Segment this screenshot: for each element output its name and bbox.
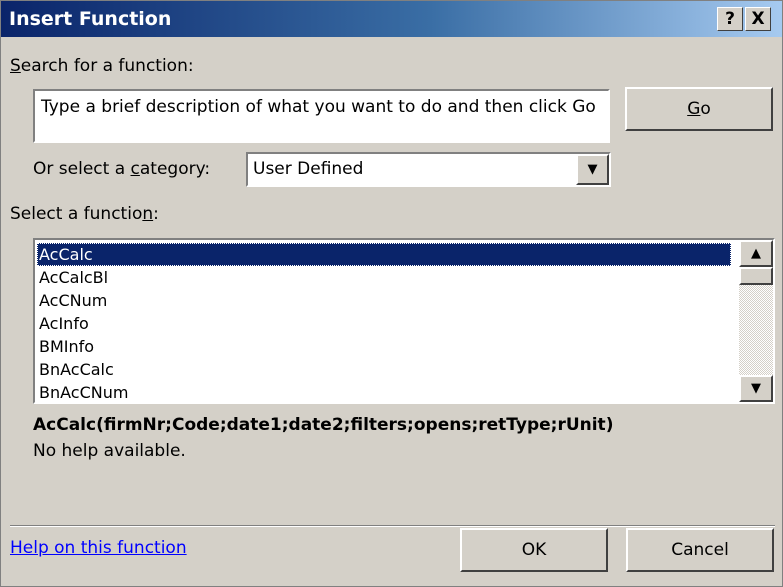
function-list-label: Select a function: [10, 204, 159, 224]
search-label-accel: S [10, 56, 21, 76]
scroll-up-icon[interactable]: ▲ [739, 240, 773, 267]
list-item[interactable]: BnAcCNum [37, 381, 731, 402]
list-item[interactable]: AcCNum [37, 289, 731, 312]
category-label: Or select a category: [33, 159, 210, 179]
category-select[interactable]: User Defined ▼ [246, 152, 611, 187]
function-description: No help available. [33, 441, 186, 461]
function-signature: AcCalc(firmNr;Code;date1;date2;filters;o… [33, 415, 614, 435]
list-item[interactable]: AcInfo [37, 312, 731, 335]
scroll-down-icon[interactable]: ▼ [739, 375, 773, 402]
search-input[interactable]: Type a brief description of what you wan… [33, 89, 610, 143]
insert-function-dialog: Insert Function ? X Search for a functio… [0, 0, 783, 587]
category-label-text: Or select a [33, 159, 131, 179]
category-selected-value: User Defined [253, 159, 364, 179]
ok-button[interactable]: OK [460, 528, 608, 572]
go-accel: G [687, 99, 701, 119]
list-scrollbar[interactable]: ▲ ▼ [739, 240, 773, 402]
close-button[interactable]: X [745, 7, 771, 31]
help-question-button[interactable]: ? [717, 7, 743, 31]
list-item[interactable]: AcCalcBl [37, 266, 731, 289]
chevron-down-icon[interactable]: ▼ [576, 154, 609, 185]
title-bar[interactable]: Insert Function ? X [1, 1, 782, 37]
dialog-title: Insert Function [9, 8, 172, 30]
scroll-thumb[interactable] [739, 267, 773, 285]
list-item[interactable]: BnAcCalc [37, 358, 731, 381]
function-list[interactable]: AcCalc AcCalcBl AcCNum AcInfo BMInfo BnA… [33, 238, 775, 404]
category-label-text-rest: ategory: [139, 159, 211, 179]
go-label-rest: o [700, 99, 711, 119]
help-on-function-link[interactable]: Help on this function [10, 538, 187, 558]
go-button[interactable]: Go [625, 87, 773, 131]
list-item[interactable]: BMInfo [37, 335, 731, 358]
footer-separator [10, 525, 775, 527]
list-item[interactable]: AcCalc [37, 243, 731, 266]
search-label-text-rest: earch for a function: [20, 56, 194, 76]
function-list-label-text: Select a functio [10, 204, 143, 224]
function-list-label-accel: n [142, 204, 154, 224]
cancel-button[interactable]: Cancel [626, 528, 774, 572]
function-list-label-text-rest: : [153, 204, 159, 224]
search-input-text: Type a brief description of what you wan… [41, 97, 596, 117]
category-label-accel: c [130, 159, 140, 179]
search-label: Search for a function: [10, 56, 194, 76]
